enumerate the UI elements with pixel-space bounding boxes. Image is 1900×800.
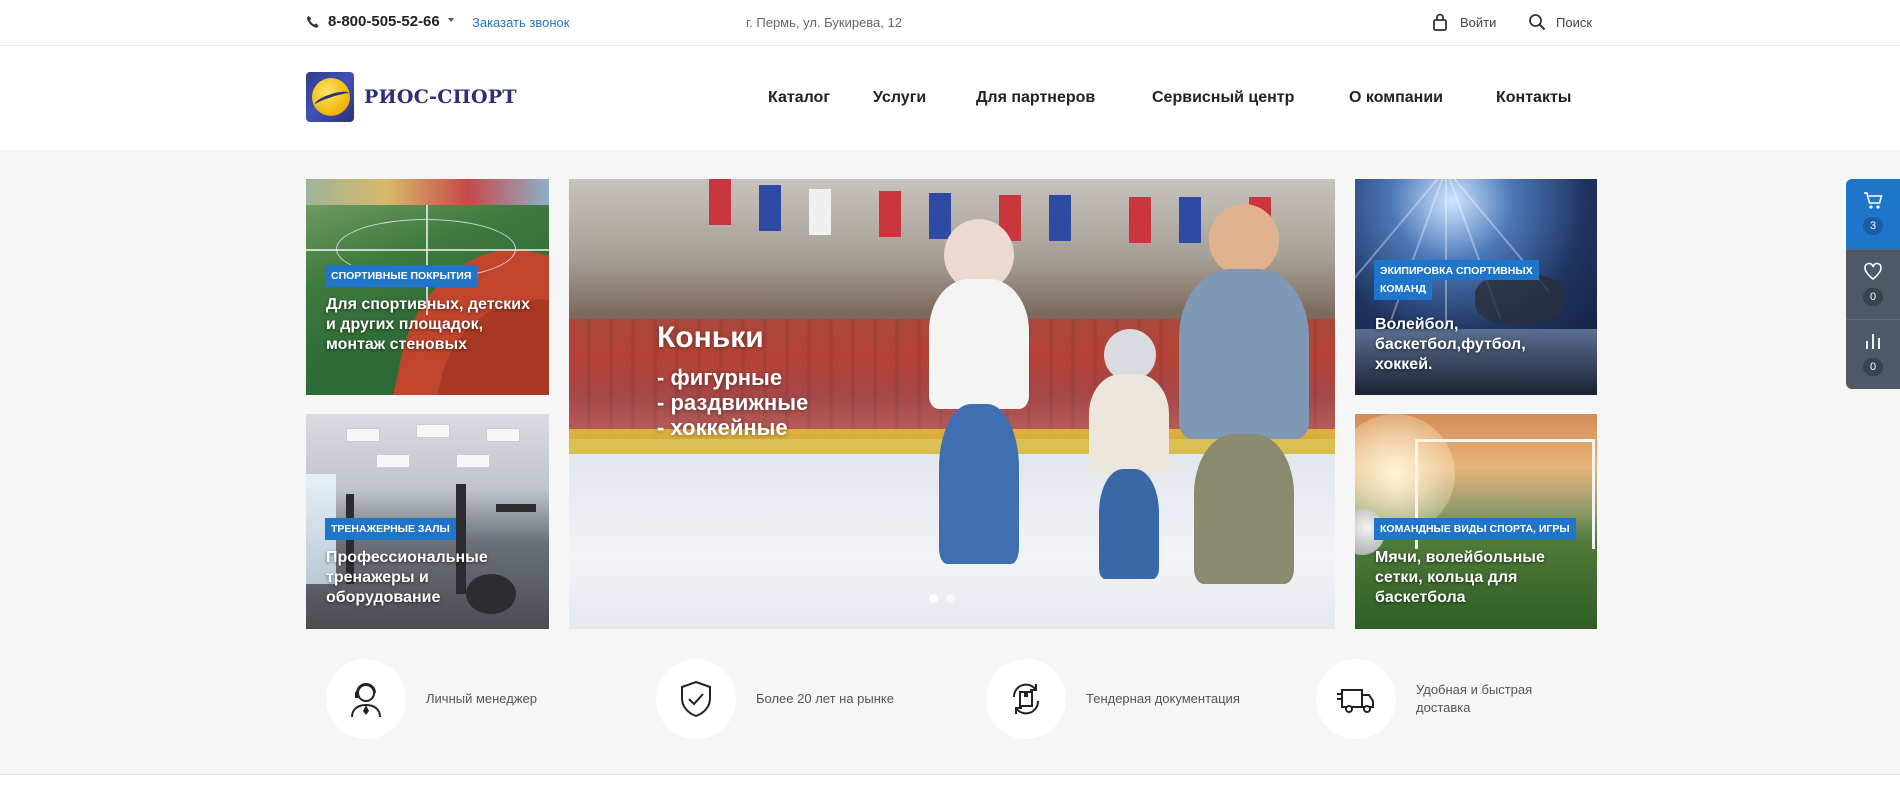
- address: г. Пермь, ул. Букирева, 12: [746, 15, 902, 30]
- tile-badge: ЭКИПИРОВКА СПОРТИВНЫХ: [1374, 260, 1539, 280]
- favorites-button[interactable]: 0: [1846, 249, 1900, 319]
- nav-item-about[interactable]: О компании: [1349, 89, 1443, 107]
- heart-icon: [1864, 262, 1882, 281]
- feature-tender-docs: [986, 659, 1066, 739]
- tile-text: Волейбол, баскетбол,футбол, хоккей.: [1375, 316, 1526, 373]
- cart-count: 3: [1863, 217, 1883, 235]
- feature-experience: [656, 659, 736, 739]
- top-bar: 8-800-505-52-66 Заказать звонок г. Пермь…: [0, 0, 1900, 46]
- slider-dot[interactable]: [946, 594, 955, 603]
- compare-button[interactable]: 0: [1846, 319, 1900, 389]
- tile-sport-coverings[interactable]: СПОРТИВНЫЕ ПОКРЫТИЯ Для спортивных, детс…: [306, 179, 549, 395]
- compare-icon: [1866, 334, 1880, 349]
- tile-badge: ТРЕНАЖЕРНЫЕ ЗАЛЫ: [325, 518, 456, 540]
- tile-team-equipment[interactable]: ЭКИПИРОВКА СПОРТИВНЫХ КОМАНД Волейбол, б…: [1355, 179, 1597, 395]
- manager-icon: [351, 683, 381, 718]
- feature-text-line: доставка: [1416, 700, 1471, 715]
- shield-check-icon: [681, 680, 711, 718]
- feature-text: Удобная и быстрая доставка: [1416, 681, 1532, 717]
- tile-badge: СПОРТИВНЫЕ ПОКРЫТИЯ: [325, 265, 478, 287]
- tile-text: Профессиональные тренажеры и оборудовани…: [326, 549, 488, 606]
- feature-text: Личный менеджер: [426, 691, 537, 706]
- cart-icon: [1864, 192, 1883, 209]
- feature-text: Тендерная документация: [1086, 691, 1240, 706]
- truck-icon: [1337, 689, 1374, 713]
- callback-link[interactable]: Заказать звонок: [472, 15, 569, 30]
- nav-item-services[interactable]: Услуги: [873, 89, 926, 107]
- feature-manager: [326, 659, 406, 739]
- tile-text: Мячи, волейбольные сетки, кольца для бас…: [1375, 549, 1545, 606]
- lock-icon[interactable]: [1432, 13, 1448, 31]
- compare-count: 0: [1863, 358, 1883, 376]
- cart-button[interactable]: 3: [1846, 179, 1900, 249]
- logo-text[interactable]: РИОС-СПОРТ: [364, 86, 517, 108]
- tile-text: Для спортивных, детских и других площадо…: [326, 296, 530, 353]
- feature-text: Более 20 лет на рынке: [756, 691, 894, 706]
- tile-badge: КОМАНДНЫЕ ВИДЫ СПОРТА, ИГРЫ: [1374, 518, 1576, 540]
- phone-number[interactable]: 8-800-505-52-66: [328, 13, 440, 30]
- tile-team-sports[interactable]: КОМАНДНЫЕ ВИДЫ СПОРТА, ИГРЫ Мячи, волейб…: [1355, 414, 1597, 629]
- slide-title: Коньки: [657, 321, 764, 354]
- nav-item-service-center[interactable]: Сервисный центр: [1152, 89, 1294, 107]
- chevron-down-icon[interactable]: [448, 18, 454, 22]
- tile-gyms[interactable]: ТРЕНАЖЕРНЫЕ ЗАЛЫ Профессиональные тренаж…: [306, 414, 549, 629]
- nav-item-partners[interactable]: Для партнеров: [976, 89, 1095, 107]
- slide-line: - хоккейные: [657, 415, 788, 440]
- nav-item-catalog[interactable]: Каталог: [768, 89, 830, 107]
- slider-dot-active[interactable]: [929, 594, 938, 603]
- document-cycle-icon: [1012, 683, 1040, 715]
- slide-line: - фигурные: [657, 365, 783, 390]
- feature-delivery: [1316, 659, 1396, 739]
- tile-badge: КОМАНД: [1374, 280, 1432, 300]
- phone-icon: [306, 15, 319, 28]
- logo-icon[interactable]: [306, 72, 354, 122]
- favorites-count: 0: [1863, 288, 1883, 306]
- search-icon[interactable]: [1528, 13, 1546, 31]
- login-link[interactable]: Войти: [1460, 15, 1496, 30]
- nav-item-contacts[interactable]: Контакты: [1496, 89, 1571, 107]
- search-link[interactable]: Поиск: [1556, 15, 1592, 30]
- slide-line: - раздвижные: [657, 390, 809, 415]
- main-slider[interactable]: Коньки - фигурные - раздвижные - хоккейн…: [569, 179, 1335, 629]
- header: РИОС-СПОРТ Каталог Услуги Для партнеров …: [0, 46, 1900, 150]
- feature-text-line: Удобная и быстрая: [1416, 682, 1533, 697]
